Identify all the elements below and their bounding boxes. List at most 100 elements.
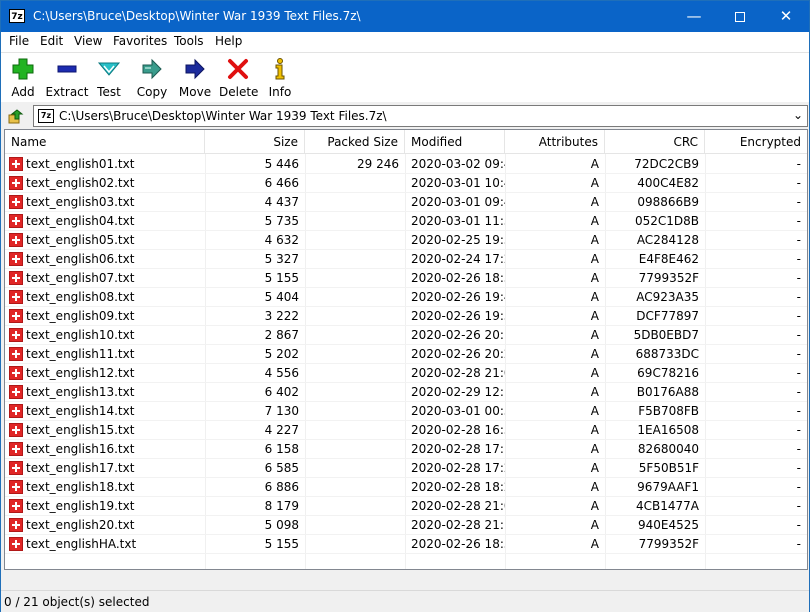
file-list[interactable]: Name Size Packed Size Modified Attribute… bbox=[4, 129, 808, 570]
file-name: text_english16.txt bbox=[26, 442, 135, 456]
file-modified: 2020-03-01 09:46 bbox=[411, 195, 505, 209]
text-file-icon bbox=[9, 442, 23, 456]
file-packed-size bbox=[305, 516, 405, 535]
file-row[interactable]: text_english13.txt 6 402 2020-02-29 12:19 A… bbox=[5, 383, 807, 402]
file-encrypted: - bbox=[796, 290, 801, 304]
maximize-button[interactable] bbox=[717, 1, 763, 32]
folder-up-icon[interactable] bbox=[7, 107, 25, 125]
file-attributes: A bbox=[590, 480, 599, 494]
text-file-icon bbox=[9, 385, 23, 399]
file-row[interactable]: text_english20.txt 5 098 2020-02-28 21:16 A… bbox=[5, 516, 807, 535]
file-modified: 2020-02-26 20:28 bbox=[411, 347, 505, 361]
menu-tools[interactable]: Tools bbox=[172, 34, 206, 48]
file-attributes: A bbox=[590, 347, 599, 361]
column-packed-size[interactable]: Packed Size bbox=[305, 130, 405, 154]
column-crc[interactable]: CRC bbox=[605, 130, 705, 154]
file-size: 8 179 bbox=[264, 499, 299, 513]
file-row[interactable]: text_english01.txt 5 446 29 246 2020-03-02 … bbox=[5, 155, 807, 174]
column-size[interactable]: Size bbox=[205, 130, 305, 154]
file-name: text_english01.txt bbox=[26, 157, 135, 171]
minimize-button[interactable]: — bbox=[671, 1, 717, 32]
menu-edit[interactable]: Edit bbox=[38, 34, 65, 48]
file-size: 4 227 bbox=[264, 423, 299, 437]
file-encrypted: - bbox=[796, 347, 801, 361]
file-packed-size bbox=[305, 402, 405, 421]
file-row[interactable]: text_english06.txt 5 327 2020-02-24 17:24 A… bbox=[5, 250, 807, 269]
file-encrypted: - bbox=[796, 537, 801, 551]
file-encrypted: - bbox=[796, 461, 801, 475]
file-row[interactable]: text_english08.txt 5 404 2020-02-26 19:42 A… bbox=[5, 288, 807, 307]
path-combobox[interactable]: 7z C:\Users\Bruce\Desktop\Winter War 193… bbox=[33, 105, 808, 127]
file-row[interactable]: text_english16.txt 6 158 2020-02-28 17:13 A… bbox=[5, 440, 807, 459]
file-size: 2 867 bbox=[264, 328, 299, 342]
file-size: 5 202 bbox=[264, 347, 299, 361]
file-row[interactable]: text_english02.txt 6 466 2020-03-01 10:43 A… bbox=[5, 174, 807, 193]
file-encrypted: - bbox=[796, 157, 801, 171]
move-button[interactable]: Move bbox=[177, 57, 213, 101]
title-bar[interactable]: 7z C:\Users\Bruce\Desktop\Winter War 193… bbox=[1, 1, 809, 32]
file-size: 3 222 bbox=[264, 309, 299, 323]
file-row[interactable]: text_english12.txt 4 556 2020-02-28 21:02 A… bbox=[5, 364, 807, 383]
test-button[interactable]: Test bbox=[95, 57, 123, 101]
menu-favorites[interactable]: Favorites bbox=[111, 34, 169, 48]
file-row[interactable]: text_english10.txt 2 867 2020-02-26 20:15 A… bbox=[5, 326, 807, 345]
column-encrypted[interactable]: Encrypted bbox=[705, 130, 807, 154]
file-row[interactable]: text_english03.txt 4 437 2020-03-01 09:46 A… bbox=[5, 193, 807, 212]
status-bar: 0 / 21 object(s) selected bbox=[1, 590, 809, 612]
column-header: Name Size Packed Size Modified Attribute… bbox=[5, 130, 807, 154]
file-row[interactable]: text_english07.txt 5 155 2020-02-26 18:58 A… bbox=[5, 269, 807, 288]
file-crc: F5B708FB bbox=[638, 404, 699, 418]
file-row[interactable]: text_english04.txt 5 735 2020-03-01 11:35 A… bbox=[5, 212, 807, 231]
file-row[interactable]: text_english17.txt 6 585 2020-02-28 17:23 A… bbox=[5, 459, 807, 478]
file-row[interactable]: text_english15.txt 4 227 2020-02-28 16:55 A… bbox=[5, 421, 807, 440]
file-encrypted: - bbox=[796, 518, 801, 532]
file-row[interactable]: text_english05.txt 4 632 2020-02-25 19:57 A… bbox=[5, 231, 807, 250]
file-packed-size bbox=[305, 383, 405, 402]
file-attributes: A bbox=[590, 328, 599, 342]
file-name: text_english06.txt bbox=[26, 252, 135, 266]
file-packed-size bbox=[305, 288, 405, 307]
menu-help[interactable]: Help bbox=[213, 34, 244, 48]
menu-file[interactable]: File bbox=[7, 34, 31, 48]
file-encrypted: - bbox=[796, 442, 801, 456]
add-button[interactable]: Add bbox=[7, 57, 39, 101]
file-attributes: A bbox=[590, 233, 599, 247]
close-button[interactable]: ✕ bbox=[763, 1, 809, 32]
file-size: 4 437 bbox=[264, 195, 299, 209]
file-encrypted: - bbox=[796, 214, 801, 228]
file-crc: 400C4E82 bbox=[637, 176, 699, 190]
extract-button[interactable]: Extract bbox=[45, 57, 89, 101]
file-row[interactable]: text_english09.txt 3 222 2020-02-26 19:57 A… bbox=[5, 307, 807, 326]
menu-bar: File Edit View Favorites Tools Help bbox=[1, 32, 809, 52]
file-attributes: A bbox=[590, 461, 599, 475]
chevron-down-icon[interactable]: ⌄ bbox=[793, 108, 803, 122]
move-label: Move bbox=[178, 85, 212, 99]
file-row[interactable]: text_english14.txt 7 130 2020-03-01 00:34 A… bbox=[5, 402, 807, 421]
column-name[interactable]: Name bbox=[5, 130, 205, 154]
file-encrypted: - bbox=[796, 499, 801, 513]
info-button[interactable]: Info bbox=[267, 57, 293, 101]
column-attributes[interactable]: Attributes bbox=[505, 130, 605, 154]
delete-button[interactable]: Delete bbox=[219, 57, 258, 101]
close-icon: ✕ bbox=[779, 7, 793, 25]
toolbar: Add Extract Test Copy Move Delete Info bbox=[1, 52, 809, 102]
file-row[interactable]: text_englishHA.txt 5 155 2020-02-26 18:58 A… bbox=[5, 535, 807, 554]
file-attributes: A bbox=[590, 214, 599, 228]
file-packed-size bbox=[305, 250, 405, 269]
file-modified: 2020-02-28 17:23 bbox=[411, 461, 505, 475]
sevenzip-app-icon: 7z bbox=[9, 9, 25, 23]
copy-button[interactable]: Copy bbox=[135, 57, 169, 101]
file-attributes: A bbox=[590, 290, 599, 304]
text-file-icon bbox=[9, 423, 23, 437]
file-name: text_english03.txt bbox=[26, 195, 135, 209]
file-modified: 2020-02-26 20:15 bbox=[411, 328, 505, 342]
file-row[interactable]: text_english11.txt 5 202 2020-02-26 20:28 A… bbox=[5, 345, 807, 364]
text-file-icon bbox=[9, 195, 23, 209]
file-row[interactable]: text_english19.txt 8 179 2020-02-28 21:08 A… bbox=[5, 497, 807, 516]
file-size: 6 466 bbox=[264, 176, 299, 190]
column-modified[interactable]: Modified bbox=[405, 130, 505, 154]
file-row[interactable]: text_english18.txt 6 886 2020-02-28 18:26 A… bbox=[5, 478, 807, 497]
text-file-icon bbox=[9, 233, 23, 247]
file-encrypted: - bbox=[796, 385, 801, 399]
menu-view[interactable]: View bbox=[72, 34, 104, 48]
